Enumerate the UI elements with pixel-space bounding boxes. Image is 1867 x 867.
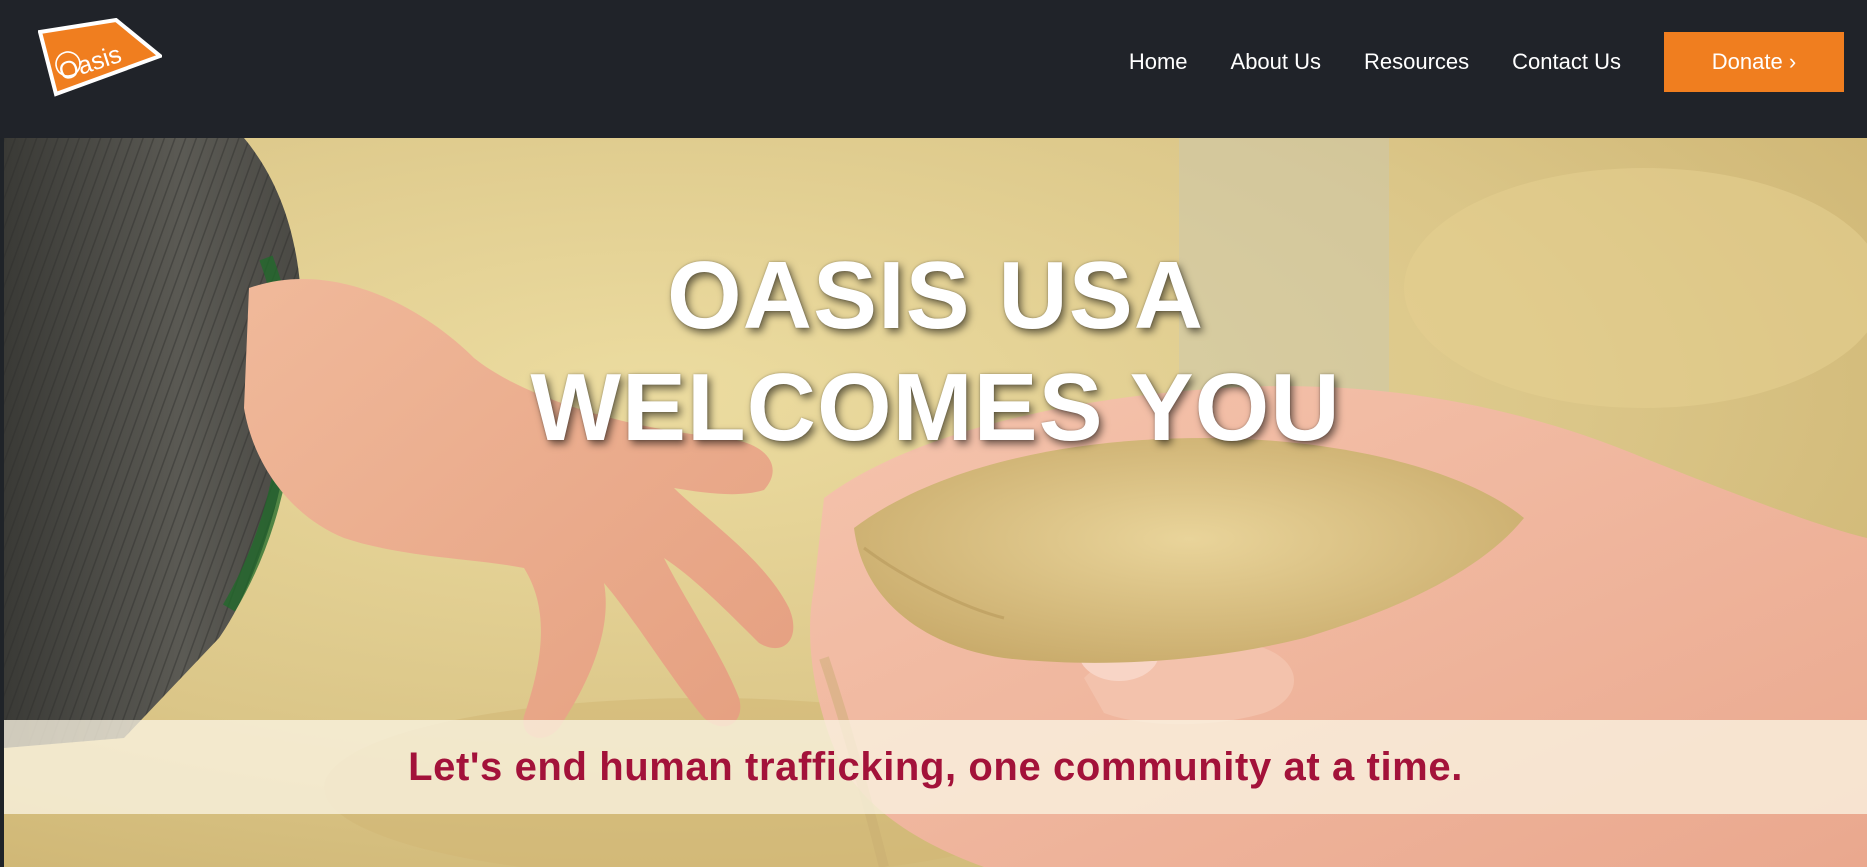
logo-graphic: Oasis (38, 18, 162, 97)
site-header: Oasis Home About Us Resources Contact Us… (0, 0, 1867, 138)
donate-button[interactable]: Donate › (1664, 32, 1844, 92)
hero-title-line-2: WELCOMES YOU (530, 354, 1341, 461)
nav-contact-us[interactable]: Contact Us (1512, 49, 1621, 75)
nav-about-us[interactable]: About Us (1231, 49, 1322, 75)
hero-title: OASIS USA WELCOMES YOU (4, 240, 1867, 464)
hero-tagline: Let's end human trafficking, one communi… (408, 744, 1463, 789)
tagline-band: Let's end human trafficking, one communi… (4, 720, 1867, 814)
hero-title-line-1: OASIS USA (666, 242, 1205, 349)
nav-resources[interactable]: Resources (1364, 49, 1469, 75)
oasis-logo-icon[interactable]: Oasis (38, 18, 162, 110)
hero-banner: OASIS USA WELCOMES YOU Let's end human t… (4, 138, 1867, 867)
main-nav: Home About Us Resources Contact Us Donat… (1129, 0, 1867, 124)
nav-home[interactable]: Home (1129, 49, 1188, 75)
